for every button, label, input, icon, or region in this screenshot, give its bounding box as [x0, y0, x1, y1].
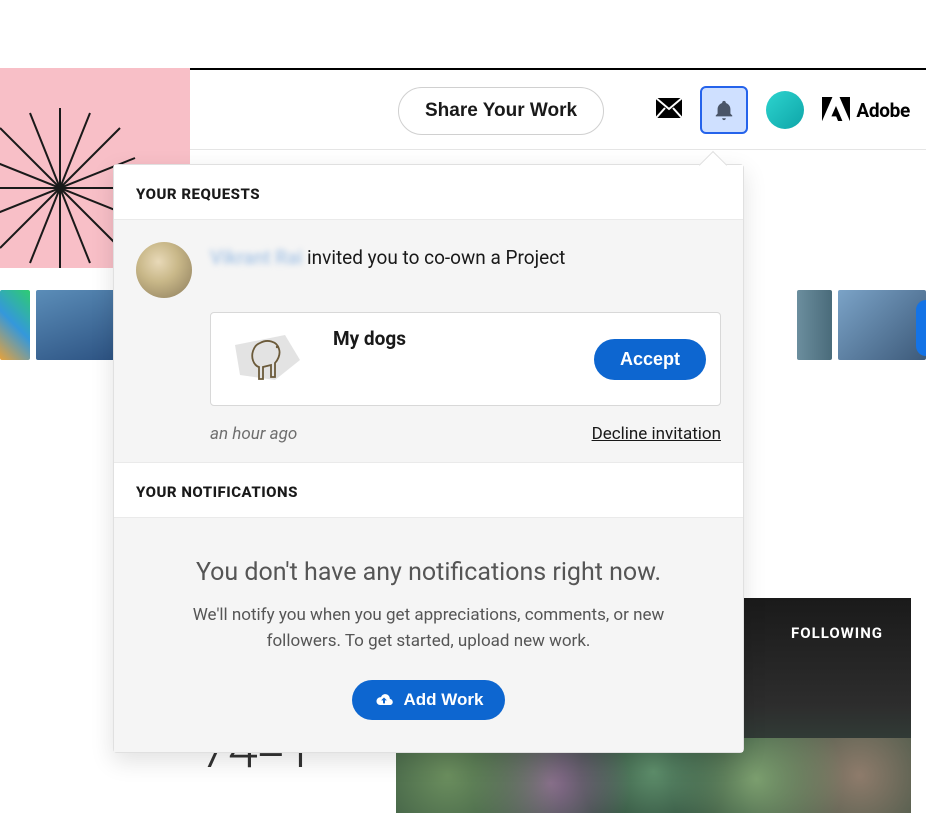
inviter-avatar[interactable]	[136, 242, 192, 298]
bell-icon	[713, 98, 735, 122]
request-message: Vikrant Rai invited you to co-own a Proj…	[210, 242, 721, 269]
notifications-popover: YOUR REQUESTS Vikrant Rai invited you to…	[113, 164, 744, 753]
decline-invitation-link[interactable]: Decline invitation	[592, 424, 721, 444]
user-avatar[interactable]	[766, 91, 804, 129]
mail-icon[interactable]	[656, 98, 682, 122]
carousel-next-button[interactable]	[916, 300, 926, 356]
accept-button[interactable]: Accept	[594, 339, 706, 380]
adobe-logo[interactable]: Adobe	[822, 97, 910, 123]
request-timestamp: an hour ago	[210, 424, 297, 444]
requests-section-header: YOUR REQUESTS	[114, 165, 743, 220]
inviter-name[interactable]: Vikrant Rai	[210, 246, 302, 269]
adobe-text: Adobe	[856, 99, 910, 122]
share-label: Share Your Work	[425, 100, 577, 122]
share-your-work-button[interactable]: Share Your Work	[398, 87, 604, 135]
empty-subtitle: We'll notify you when you get appreciati…	[144, 603, 713, 654]
notifications-section-header: YOUR NOTIFICATIONS	[114, 463, 743, 518]
project-title: My dogs	[333, 325, 576, 350]
empty-title: You don't have any notifications right n…	[144, 558, 713, 587]
notifications-bell-button[interactable]	[700, 86, 748, 134]
project-card: My dogs Accept	[210, 312, 721, 406]
project-thumbnail[interactable]	[225, 325, 315, 393]
following-badge: FOLLOWING	[791, 624, 883, 642]
cloud-upload-icon	[374, 692, 394, 708]
notifications-empty-state: You don't have any notifications right n…	[114, 518, 743, 752]
add-work-button[interactable]: Add Work	[352, 680, 506, 720]
request-item: Vikrant Rai invited you to co-own a Proj…	[114, 220, 743, 463]
adobe-mark-icon	[822, 97, 850, 123]
